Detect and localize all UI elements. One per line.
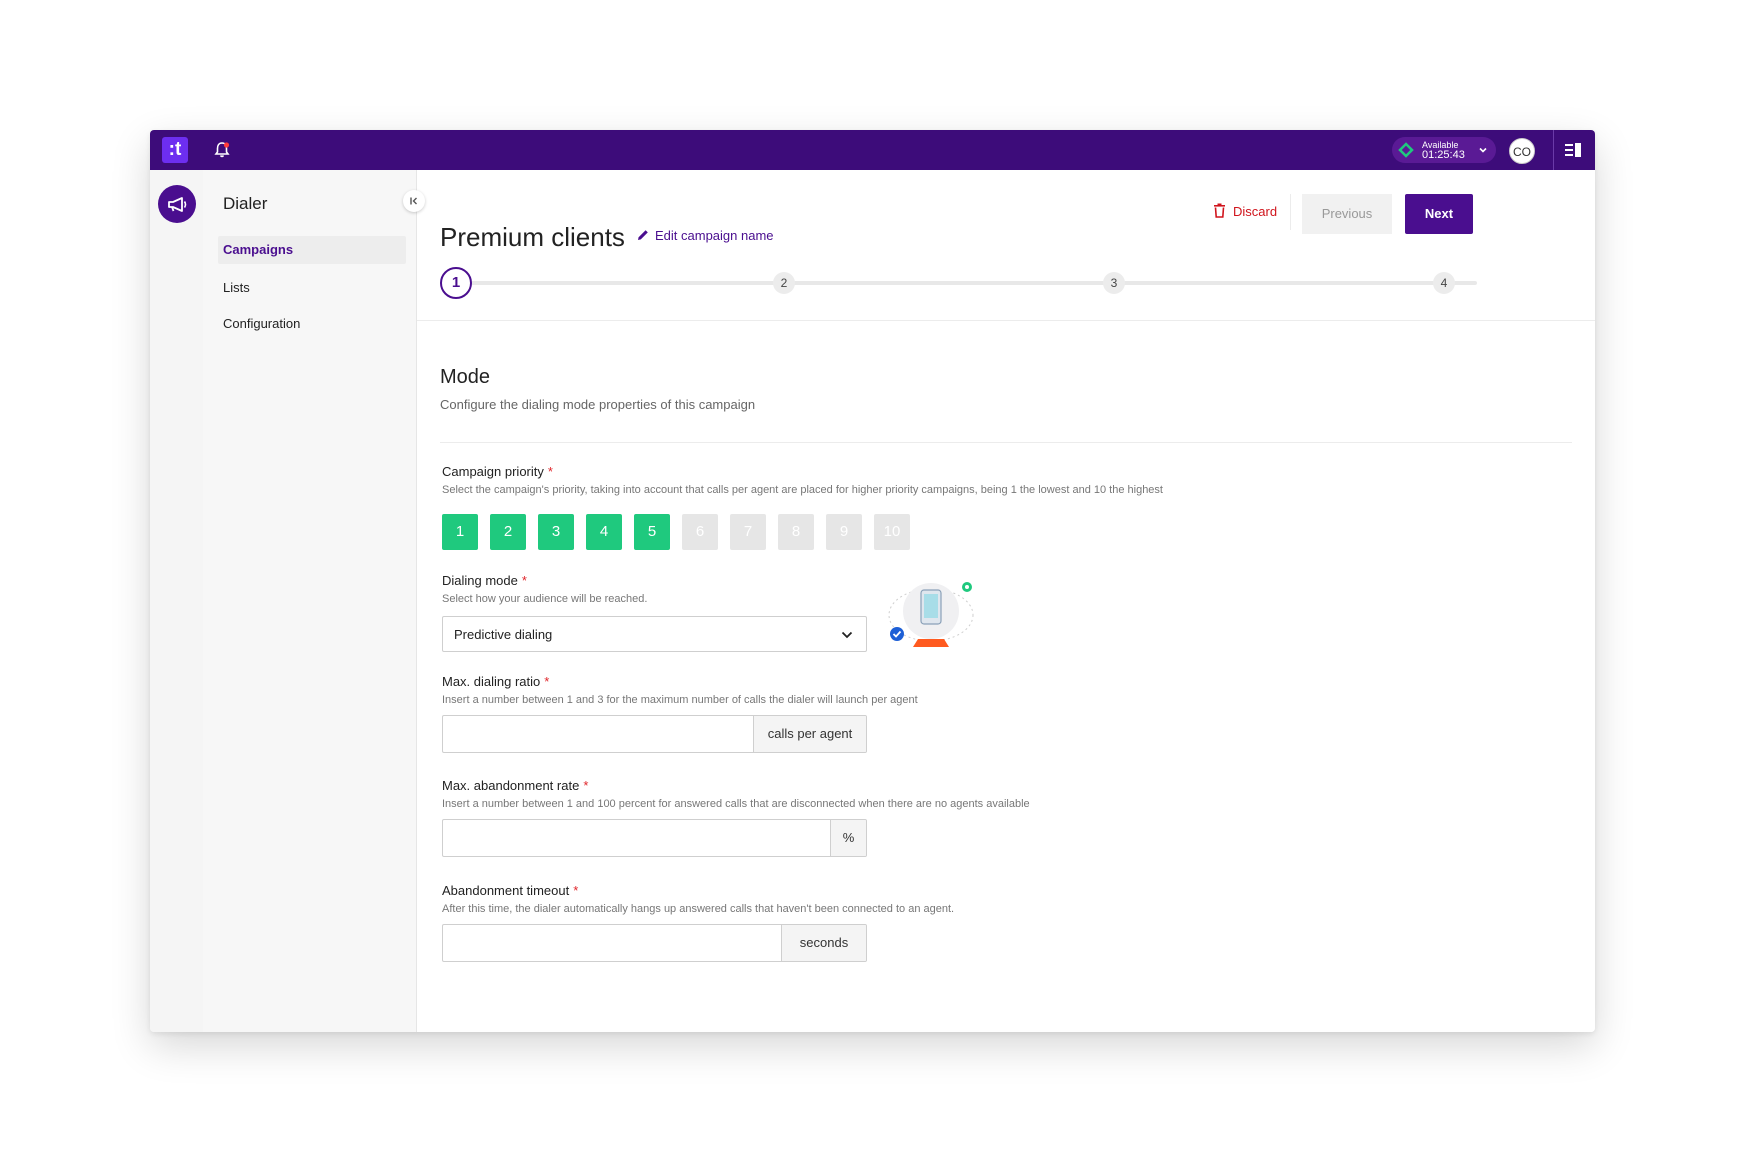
top-bar: :t Available 01:25:43 CO xyxy=(150,130,1595,170)
trash-icon xyxy=(1214,203,1225,218)
abandonment-timeout-label-text: Abandonment timeout xyxy=(442,883,570,898)
max-abandonment-rate-field[interactable]: % xyxy=(442,819,867,857)
section-title: Mode xyxy=(440,366,491,388)
dialing-mode-value: Predictive dialing xyxy=(454,627,553,642)
next-button[interactable]: Next xyxy=(1405,194,1473,234)
main-content: Premium clients Edit campaign name Disca… xyxy=(417,170,1595,1032)
chevron-down-icon xyxy=(841,631,853,639)
priority-option-3[interactable]: 3 xyxy=(538,514,574,550)
discard-button[interactable]: Discard xyxy=(1213,203,1277,219)
app-window: :t Available 01:25:43 CO Dialer Campaign… xyxy=(150,130,1595,1032)
abandonment-timeout-field[interactable]: seconds xyxy=(442,924,867,962)
sidebar-item-campaigns[interactable]: Campaigns xyxy=(218,236,406,264)
user-avatar[interactable]: CO xyxy=(1509,138,1535,164)
priority-option-2[interactable]: 2 xyxy=(490,514,526,550)
collapse-left-icon xyxy=(410,197,417,205)
dialing-mode-select[interactable]: Predictive dialing xyxy=(442,616,867,652)
step-1[interactable]: 1 xyxy=(440,267,472,299)
stepper-divider xyxy=(417,320,1595,321)
edit-campaign-name-link[interactable]: Edit campaign name xyxy=(636,228,774,243)
step-4[interactable]: 4 xyxy=(1433,272,1455,294)
max-dialing-ratio-help: Insert a number between 1 and 3 for the … xyxy=(442,694,918,706)
priority-option-7[interactable]: 7 xyxy=(730,514,766,550)
priority-option-9[interactable]: 9 xyxy=(826,514,862,550)
seconds-addon: seconds xyxy=(781,925,866,961)
app-rail xyxy=(150,170,204,1032)
priority-option-4[interactable]: 4 xyxy=(586,514,622,550)
priority-label-text: Campaign priority xyxy=(442,464,544,479)
available-status-icon xyxy=(1398,142,1414,158)
calls-per-agent-addon: calls per agent xyxy=(753,716,866,752)
max-abandonment-rate-help: Insert a number between 1 and 100 percen… xyxy=(442,798,1030,810)
previous-button[interactable]: Previous xyxy=(1302,194,1392,234)
predictive-dialing-illustration xyxy=(888,582,974,647)
max-dialing-ratio-field[interactable]: calls per agent xyxy=(442,715,867,753)
max-dialing-ratio-label-text: Max. dialing ratio xyxy=(442,674,541,689)
max-abandonment-rate-label: Max. abandonment rate * xyxy=(442,778,588,793)
dialing-mode-label-text: Dialing mode xyxy=(442,573,518,588)
step-2[interactable]: 2 xyxy=(773,272,795,294)
stepper-track xyxy=(467,281,1477,285)
dialing-mode-label: Dialing mode * xyxy=(442,573,527,588)
abandonment-timeout-label: Abandonment timeout * xyxy=(442,883,578,898)
priority-option-6[interactable]: 6 xyxy=(682,514,718,550)
app-logo[interactable]: :t xyxy=(162,137,188,163)
required-marker: * xyxy=(547,464,553,479)
dialer-app-button[interactable] xyxy=(158,185,196,223)
priority-option-8[interactable]: 8 xyxy=(778,514,814,550)
edit-campaign-name-label: Edit campaign name xyxy=(655,228,774,243)
step-3[interactable]: 3 xyxy=(1103,272,1125,294)
max-abandonment-rate-label-text: Max. abandonment rate xyxy=(442,778,580,793)
section-divider xyxy=(440,442,1572,443)
priority-option-10[interactable]: 10 xyxy=(874,514,910,550)
chevron-down-icon xyxy=(1479,147,1487,153)
required-marker: * xyxy=(573,883,579,898)
megaphone-icon xyxy=(168,197,187,212)
agent-status-dropdown[interactable]: Available 01:25:43 xyxy=(1392,137,1496,163)
priority-option-5[interactable]: 5 xyxy=(634,514,670,550)
notification-bell-icon[interactable] xyxy=(212,140,232,160)
percent-addon: % xyxy=(830,820,866,856)
header-divider xyxy=(1290,194,1291,230)
max-dialing-ratio-label: Max. dialing ratio * xyxy=(442,674,549,689)
sidebar-item-lists[interactable]: Lists xyxy=(223,280,250,295)
collapse-sidebar-button[interactable] xyxy=(403,190,425,212)
abandonment-timeout-help: After this time, the dialer automaticall… xyxy=(442,903,955,915)
side-panel-toggle-icon[interactable] xyxy=(1564,141,1582,159)
status-timer: 01:25:43 xyxy=(1422,149,1465,161)
sidebar-title: Dialer xyxy=(223,194,268,213)
priority-label: Campaign priority * xyxy=(442,464,553,479)
priority-option-1[interactable]: 1 xyxy=(442,514,478,550)
pencil-icon xyxy=(638,230,648,240)
priority-help: Select the campaign's priority, taking i… xyxy=(442,484,1163,496)
sidebar: Dialer Campaigns Lists Configuration xyxy=(203,170,417,1032)
discard-label: Discard xyxy=(1233,204,1278,219)
section-description: Configure the dialing mode properties of… xyxy=(440,397,756,412)
required-marker: * xyxy=(583,778,589,793)
page-title: Premium clients xyxy=(440,222,625,252)
dialing-mode-help: Select how your audience will be reached… xyxy=(442,593,648,605)
topbar-divider xyxy=(1553,130,1554,170)
required-marker: * xyxy=(521,573,527,588)
sidebar-item-configuration[interactable]: Configuration xyxy=(223,316,300,331)
required-marker: * xyxy=(544,674,550,689)
